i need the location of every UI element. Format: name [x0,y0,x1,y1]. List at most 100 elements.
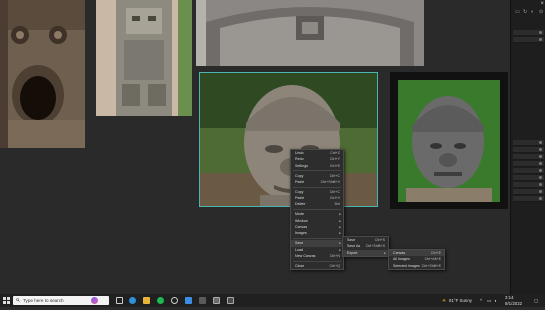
search-icon [16,298,20,302]
menu-item-label: Save [295,241,304,246]
layer-row[interactable] [513,37,544,43]
layer-row[interactable] [513,189,544,195]
layer-row[interactable] [513,154,544,160]
weather-icon[interactable]: ☀ [442,294,446,307]
menu-item-shortcut: Del [334,202,340,207]
layer-row[interactable] [513,30,544,36]
app-icon[interactable] [199,297,206,304]
pureref-icon[interactable] [213,297,220,304]
toolbar-icon-2[interactable]: ↻ [523,9,527,15]
menu-item-label: Save As [347,244,361,249]
clock-app-icon[interactable] [171,297,178,304]
layer-row[interactable] [513,168,544,174]
weather-text[interactable]: 81°F Sunny [449,294,472,307]
menu-item-label: Images [295,231,307,236]
image-stone-mask[interactable] [0,0,85,148]
tray-chevron-icon[interactable]: ^ [480,294,482,307]
task-view-icon[interactable] [116,297,123,304]
image-stone-figure[interactable] [96,0,192,116]
file-explorer-icon[interactable] [143,297,150,304]
menu-item-label: Copy [295,189,304,194]
export-submenu: Canvas Ctrl+E All Images Ctrl+Alt+E Selected… [388,249,445,271]
image-olmec-head-portrait[interactable] [390,72,508,209]
menu-item-shortcut: Ctrl+N [329,253,340,258]
menu-item-label: Selected Images [393,263,420,268]
menu-item-shortcut: Ctrl+E [329,163,340,168]
menu-item-label: Undo [295,151,304,155]
menu-item-label: Export [347,250,358,255]
close-button[interactable]: × [540,1,544,7]
menu-item-shortcut: Ctrl+Shift+E [421,263,441,268]
visibility-icon[interactable] [539,155,542,158]
visibility-icon[interactable] [539,141,542,144]
menu-item-label: Delete [295,202,306,207]
context-menu: Undo Ctrl+Z Redo Ctrl+Y Settings Ctrl+E Copy Ct… [290,149,344,271]
menu-separator [293,186,341,188]
visibility-icon[interactable] [539,176,542,179]
visibility-icon[interactable] [539,190,542,193]
menu-separator [293,238,341,239]
menu-item-label: Canvas [295,225,308,230]
menu-item-label: Save [347,238,356,242]
toolbar-icon-1[interactable]: ▭ [515,9,520,15]
menu-item-label: Paste [295,196,305,201]
menu-item-label: Canvas [393,251,406,255]
copilot-icon[interactable] [91,297,98,304]
clock-date[interactable]: 9/1/2022 [505,297,522,310]
menu-item-label: Settings [295,163,308,168]
menu-item-shortcut: Ctrl+Q [329,263,340,268]
menu-separator [293,170,341,172]
volume-icon[interactable]: ◖ [494,294,497,307]
menu-item-label: Window [295,218,308,223]
visibility-icon[interactable] [539,183,542,186]
visibility-icon[interactable] [539,169,542,172]
layer-row[interactable] [513,140,544,146]
image-stone-relief[interactable] [196,0,424,66]
menu-item-label: Copy [295,173,304,178]
layer-row[interactable] [513,175,544,181]
visibility-icon[interactable] [539,162,542,165]
submenu-arrow-icon: ▸ [384,250,386,255]
notifications-icon[interactable]: ▢ [534,294,538,307]
menu-separator [293,260,341,262]
menu-item-label: All Images [393,257,410,262]
edge-icon[interactable] [129,297,136,304]
menu-item-label: Close [295,263,305,268]
image-olmec-head-selected[interactable] [199,72,378,207]
layer-row[interactable] [513,196,544,202]
app-icon-2[interactable] [227,297,234,304]
menu-item-label: Load [295,247,303,252]
layer-row[interactable] [513,161,544,167]
visibility-icon[interactable] [539,38,542,41]
menu-item-new-canvas[interactable]: New Canvas Ctrl+N [291,253,343,259]
menu-separator [293,209,341,211]
menu-item-settings[interactable]: Settings Ctrl+E [291,163,343,169]
visibility-icon[interactable] [539,31,542,34]
search-placeholder: Type here to search [23,298,64,303]
submenu-arrow-icon: ▸ [339,231,341,236]
menu-item-label: Mode [295,212,304,217]
save-submenu: Save Ctrl+S Save As Ctrl+Shift+S Export ▸ [342,236,389,258]
visibility-icon[interactable] [539,148,542,151]
layer-row[interactable] [513,182,544,188]
menu-item-shortcut: Ctrl+Shift+V [320,179,340,184]
layer-row[interactable] [513,147,544,153]
menu-item-selected-images[interactable]: Selected Images Ctrl+Shift+E [389,263,444,269]
menu-item-label: Paste [295,179,305,184]
toolbar-icon-4[interactable]: ⊙ [539,9,543,15]
right-panel: × ▭ ↻ ◐ ⊙ [510,0,545,294]
network-icon[interactable]: ▭ [487,294,491,307]
menu-item-paste[interactable]: Paste Ctrl+Shift+V [291,179,343,185]
menu-item-export[interactable]: Export ▸ [343,249,388,257]
toolbar-icon-3[interactable]: ◐ [531,9,534,15]
taskbar: Type here to search ☀ 81°F Sunny ^ ▭ ◖ 3… [0,294,545,307]
windows-start-icon[interactable] [3,297,10,304]
photos-icon[interactable] [185,297,192,304]
menu-item-images[interactable]: Images ▸ [291,230,343,236]
menu-item-close[interactable]: Close Ctrl+Q [291,263,343,269]
reference-canvas[interactable]: Undo Ctrl+Z Redo Ctrl+Y Settings Ctrl+E Copy Ct… [0,0,510,294]
visibility-icon[interactable] [539,197,542,200]
menu-item-delete[interactable]: Delete Del [291,201,343,207]
menu-item-label: New Canvas [295,253,316,258]
spotify-icon[interactable] [157,297,164,304]
